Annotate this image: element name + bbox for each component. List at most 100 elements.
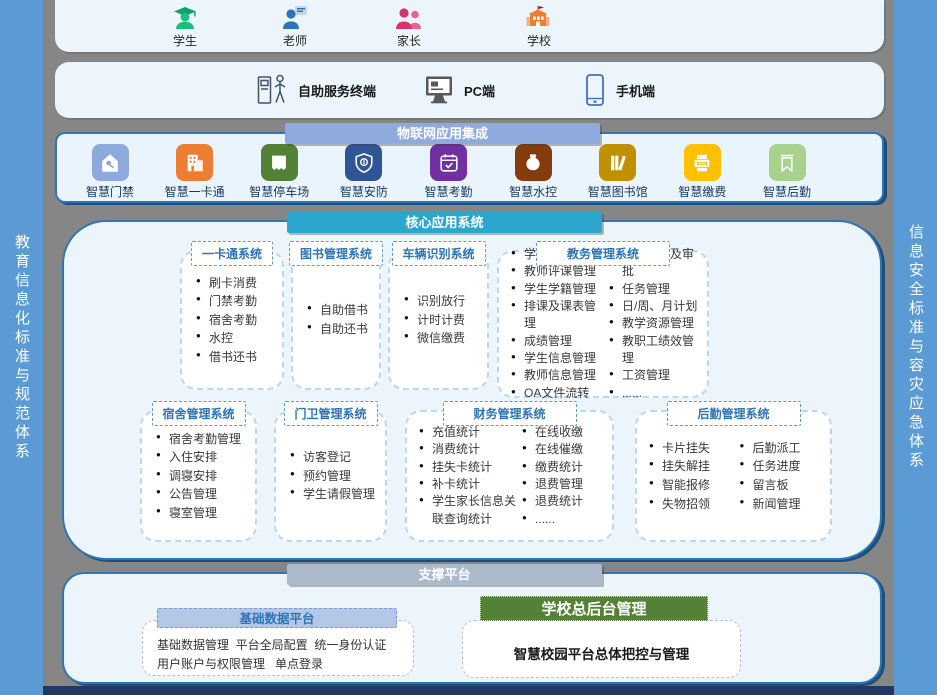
left-standards-bar: 教育信息化标准与规范体系 — [0, 0, 43, 695]
system-box-title: 一卡通系统 — [191, 241, 273, 266]
left-standards-label: 教育信息化标准与规范体系 — [11, 234, 32, 462]
iot-item-parking: 智慧停车场 — [240, 144, 318, 200]
list-item: 排课及课表管理 — [511, 298, 605, 333]
iot-item-logistics: 智慧后勤 — [748, 144, 826, 200]
system-item-list: 后勤派工 任务进度 留言板 新闻管理 — [736, 439, 827, 513]
payment-printer-icon — [684, 144, 721, 181]
list-item: 在线收缴 — [522, 424, 608, 441]
core-section-header: 核心应用系统 — [287, 212, 602, 233]
basic-platform-line: 用户账户与权限管理 单点登录 — [157, 655, 413, 674]
list-item: 门禁考勤 — [196, 292, 282, 311]
door-access-icon — [92, 144, 129, 181]
system-item-list: 卡片挂失 挂失解挂 智能报修 失物招领 — [645, 439, 736, 513]
user-label: 学校 — [527, 32, 551, 49]
list-item: 任务管理 — [609, 281, 703, 298]
list-item: 计时计费 — [404, 311, 487, 330]
terminal-label: PC端 — [464, 81, 495, 100]
system-box-title: 宿舍管理系统 — [151, 401, 245, 426]
user-item-school: 学校 — [507, 4, 571, 49]
iot-label: 智慧后勤 — [763, 183, 811, 200]
list-item: 工资管理 — [609, 367, 703, 384]
list-item: 挂失卡统计 — [419, 459, 518, 476]
terminal-label: 自助服务终端 — [298, 81, 376, 100]
system-box-title: 图书管理系统 — [289, 241, 383, 266]
list-item: 宿舍考勤 — [196, 311, 282, 330]
terminal-label: 手机端 — [616, 81, 655, 100]
list-item: 调寝安排 — [156, 467, 255, 486]
terminal-item-kiosk: 自助服务终端 — [255, 62, 376, 118]
list-item: 识别放行 — [404, 292, 487, 311]
system-box-academic: 教务管理系统 学生评分管理 教师评课管理 学生学籍管理 排课及课表管理 成绩管理… — [497, 250, 709, 398]
system-item-list: 自助借书 自助还书 — [293, 301, 379, 338]
iot-label: 智慧一卡通 — [165, 183, 225, 200]
list-item: OA文件流转 — [511, 385, 605, 402]
list-item: 卡片挂失 — [649, 439, 736, 458]
right-standards-bar: 信息安全标准与容灾应急体系 — [894, 0, 937, 695]
iot-label: 智慧门禁 — [86, 183, 134, 200]
list-item: 微信缴费 — [404, 329, 487, 348]
list-item: 入住安排 — [156, 448, 255, 467]
list-item: 宿舍考勤管理 — [156, 430, 255, 449]
iot-label: 智慧水控 — [509, 183, 557, 200]
smart-campus-architecture-diagram: 教育信息化标准与规范体系 信息安全标准与容灾应急体系 学生 老师 — [0, 0, 937, 695]
system-box-finance: 财务管理系统 充值统计 消费统计 挂失卡统计 补卡统计 学生家长信息关联查询统计… — [405, 410, 614, 542]
iot-item-campus-card: 智慧一卡通 — [156, 144, 234, 200]
list-item: 消费统计 — [419, 441, 518, 458]
iot-label: 智慧停车场 — [249, 183, 309, 200]
terminal-item-pc: PC端 — [423, 62, 495, 118]
library-books-icon — [599, 144, 636, 181]
system-item-list: 识别放行 计时计费 微信缴费 — [390, 292, 487, 348]
iot-label: 智慧图书馆 — [588, 183, 648, 200]
system-box-title: 后勤管理系统 — [666, 401, 800, 426]
desktop-icon — [423, 75, 455, 105]
system-box-title: 教务管理系统 — [536, 241, 670, 266]
list-item: 教学资源管理 — [609, 315, 703, 332]
list-item: 日/周、月计划 — [609, 298, 703, 315]
list-item: 成绩管理 — [511, 333, 605, 350]
teacher-icon — [281, 4, 309, 32]
iot-item-payment: 智慧缴费 — [663, 144, 741, 200]
basic-data-platform-title: 基础数据平台 — [157, 608, 397, 628]
list-item: 退费统计 — [522, 493, 608, 510]
list-item: 挂失解挂 — [649, 457, 736, 476]
terminal-item-mobile: 手机端 — [583, 62, 655, 118]
system-box-library: 图书管理系统 自助借书 自助还书 — [291, 250, 381, 390]
list-item: 任务进度 — [740, 457, 827, 476]
list-item: 学生家长信息关联查询统计 — [419, 493, 518, 528]
terminals-panel: 自助服务终端 PC端 手机端 — [55, 62, 884, 118]
system-columns: 卡片挂失 挂失解挂 智能报修 失物招领 后勤派工 任务进度 留言板 新闻管理 — [637, 439, 830, 513]
iot-item-door-access: 智慧门禁 — [71, 144, 149, 200]
iot-label: 智慧缴费 — [678, 183, 726, 200]
user-item-teacher: 老师 — [263, 4, 327, 49]
users-panel: 学生 老师 家长 — [55, 0, 884, 52]
iot-item-security: 智慧安防 — [325, 144, 403, 200]
iot-item-library: 智慧图书馆 — [579, 144, 657, 200]
system-box-title: 门卫管理系统 — [283, 401, 377, 426]
school-backend-content: 智慧校园平台总体把控与管理 — [514, 635, 690, 663]
right-standards-label: 信息安全标准与容灾应急体系 — [905, 224, 926, 471]
student-icon — [171, 4, 199, 32]
list-item: 刷卡消费 — [196, 274, 282, 293]
system-box-vehicle: 车辆识别系统 识别放行 计时计费 微信缴费 — [388, 250, 489, 390]
list-item: 学生信息管理 — [511, 350, 605, 367]
list-item: 补卡统计 — [419, 476, 518, 493]
iot-panel: 物联网应用集成 智慧门禁 — [55, 132, 884, 203]
support-section-header: 支撑平台 — [287, 564, 602, 585]
attendance-calendar-icon — [430, 144, 467, 181]
school-backend-box: 智慧校园平台总体把控与管理 — [462, 620, 741, 678]
bottom-base-bar — [43, 686, 894, 695]
user-label: 学生 — [173, 32, 197, 49]
list-item: 充值统计 — [419, 424, 518, 441]
core-systems-panel: 核心应用系统 一卡通系统 刷卡消费 门禁考勤 宿舍考勤 水控 借书还书 图书管理… — [62, 220, 882, 560]
list-item: 后勤派工 — [740, 439, 827, 458]
basic-platform-line: 基础数据管理 平台全局配置 统一身份认证 — [157, 636, 413, 655]
list-item: 自助还书 — [307, 320, 379, 339]
system-columns: 充值统计 消费统计 挂失卡统计 补卡统计 学生家长信息关联查询统计 在线收缴 在… — [407, 424, 612, 528]
system-box-logistics: 后勤管理系统 卡片挂失 挂失解挂 智能报修 失物招领 后勤派工 任务进度 留言板… — [635, 410, 832, 542]
system-item-list: 宿舍考勤管理 入住安排 调寝安排 公告管理 寝室管理 — [142, 430, 255, 523]
user-label: 老师 — [283, 32, 307, 49]
system-box-dormitory: 宿舍管理系统 宿舍考勤管理 入住安排 调寝安排 公告管理 寝室管理 — [140, 410, 257, 542]
system-item-list: 在线收缴 在线催缴 缴费统计 退费管理 退费统计 ...... — [518, 424, 608, 528]
list-item: 新闻管理 — [740, 495, 827, 514]
school-icon — [524, 4, 554, 32]
